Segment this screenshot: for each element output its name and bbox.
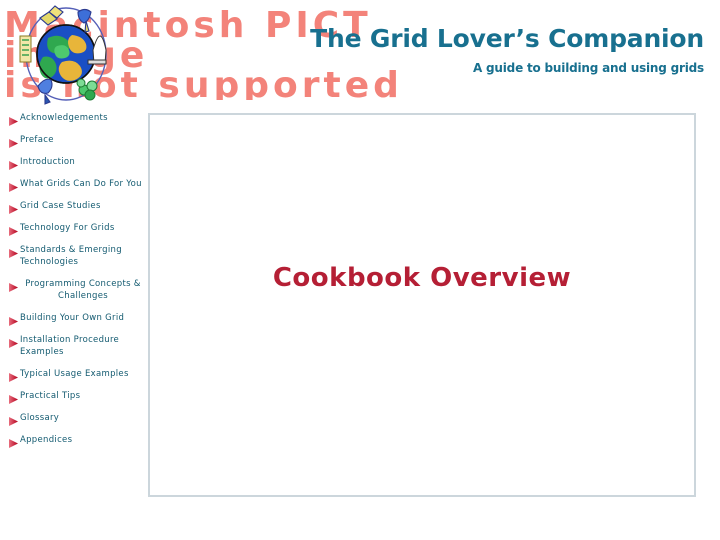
page-subtitle: A guide to building and using grids [472,61,704,75]
sidebar-item-label: Typical Usage Examples [20,369,129,379]
red-arrow-bullet-icon [8,370,19,382]
sidebar-item-glossary[interactable]: Glossary [0,412,148,426]
red-arrow-bullet-icon [8,246,19,258]
globe-grid-icon [14,2,118,106]
sidebar-item-label: What Grids Can Do For You [20,179,142,189]
sidebar-item-what-grids-can-do-for-you[interactable]: What Grids Can Do For You [0,178,148,192]
sidebar-item-label: Practical Tips [20,391,81,401]
sidebar-item-label: Preface [20,135,54,145]
red-arrow-bullet-icon [8,224,19,236]
title-block: The Grid Lover’s Companion A guide to bu… [310,24,704,76]
red-arrow-bullet-icon [8,114,19,126]
slide-header: Macintosh PICT image is not supported [0,0,720,108]
sidebar-item-label: Acknowledgements [20,113,108,123]
red-arrow-bullet-icon [8,280,19,292]
sidebar-item-label: Technology For Grids [20,223,115,233]
sidebar-item-programming-concepts-challenges[interactable]: Programming Concepts & Challenges [0,278,148,302]
sidebar-item-label: Glossary [20,413,60,423]
red-arrow-bullet-icon [8,436,19,448]
sidebar-item-grid-case-studies[interactable]: Grid Case Studies [0,200,148,214]
red-arrow-bullet-icon [8,336,19,348]
sidebar-item-label: Programming Concepts & Challenges [25,279,141,301]
sidebar-item-label: Introduction [20,157,76,167]
sidebar-item-standards-emerging-technologies[interactable]: Standards & Emerging Technologies [0,244,148,268]
sidebar-item-acknowledgements[interactable]: Acknowledgements [0,112,148,126]
sidebar-item-label: Appendices [20,435,73,445]
sidebar-item-technology-for-grids[interactable]: Technology For Grids [0,222,148,236]
content-panel: Cookbook Overview [148,113,696,497]
red-arrow-bullet-icon [8,180,19,192]
page-title: The Grid Lover’s Companion [310,24,704,53]
content-heading: Cookbook Overview [272,263,572,293]
sidebar-item-building-your-own-grid[interactable]: Building Your Own Grid [0,312,148,326]
sidebar-item-introduction[interactable]: Introduction [0,156,148,170]
red-arrow-bullet-icon [8,136,19,148]
red-arrow-bullet-icon [8,392,19,404]
sidebar-item-label: Standards & Emerging Technologies [20,245,122,267]
sidebar-item-typical-usage-examples[interactable]: Typical Usage Examples [0,368,148,382]
red-arrow-bullet-icon [8,158,19,170]
sidebar-item-label: Installation Procedure Examples [20,335,120,357]
sidebar-nav: Acknowledgements Preface Introduction Wh… [0,112,148,456]
red-arrow-bullet-icon [8,414,19,426]
red-arrow-bullet-icon [8,202,19,214]
red-arrow-bullet-icon [8,314,19,326]
sidebar-item-label: Grid Case Studies [20,201,101,211]
sidebar-item-preface[interactable]: Preface [0,134,148,148]
sidebar-item-appendices[interactable]: Appendices [0,434,148,448]
sidebar-item-installation-procedure-examples[interactable]: Installation Procedure Examples [0,334,148,358]
sidebar-item-practical-tips[interactable]: Practical Tips [0,390,148,404]
sidebar-item-label: Building Your Own Grid [20,313,125,323]
